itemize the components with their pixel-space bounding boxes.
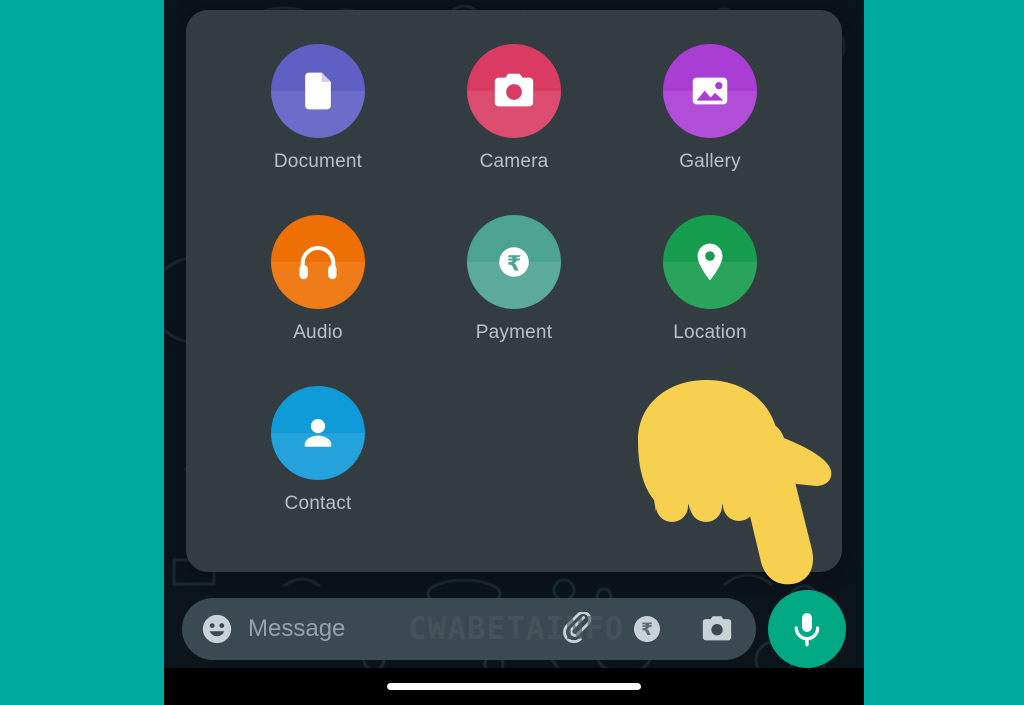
home-indicator[interactable] [387, 683, 641, 690]
attachment-option-gallery[interactable]: Gallery [612, 44, 808, 173]
phone-screen: Document Camera Gallery Audio ₹ Payment … [164, 0, 864, 705]
person-icon [304, 419, 332, 447]
camera-icon [494, 73, 534, 107]
headphones-icon-circle[interactable] [271, 215, 365, 309]
rupee-circle-icon[interactable]: ₹ [630, 612, 664, 646]
camera-icon[interactable] [700, 612, 734, 646]
contact-icon-circle[interactable] [271, 386, 365, 480]
attachment-label-audio: Audio [293, 322, 343, 343]
location-icon-circle[interactable] [663, 215, 757, 309]
location-pin-icon [697, 243, 723, 281]
attachment-grid: Document Camera Gallery Audio ₹ Payment … [186, 44, 842, 515]
smiley-icon[interactable] [200, 612, 234, 646]
attachment-label-camera: Camera [479, 151, 549, 172]
attachment-label-gallery: Gallery [679, 151, 741, 172]
payment-icon-circle[interactable]: ₹ [467, 215, 561, 309]
attachment-option-location[interactable]: Location [612, 215, 808, 344]
message-input-field[interactable]: CWABETAINFO Message ₹ [182, 598, 756, 660]
voice-record-button[interactable] [768, 590, 846, 668]
attachment-option-document[interactable]: Document [220, 44, 416, 173]
svg-text:₹: ₹ [507, 251, 522, 275]
attachment-option-camera[interactable]: Camera [416, 44, 612, 173]
headphones-icon [299, 246, 337, 280]
attachment-panel: Document Camera Gallery Audio ₹ Payment … [186, 10, 842, 572]
android-nav-bar [164, 668, 864, 705]
gallery-icon-circle[interactable] [663, 44, 757, 138]
svg-text:₹: ₹ [641, 620, 653, 640]
document-icon-circle[interactable] [271, 44, 365, 138]
attachment-option-audio[interactable]: Audio [220, 215, 416, 344]
rupee-icon: ₹ [499, 247, 529, 277]
message-placeholder: Message [248, 615, 346, 642]
document-icon [305, 72, 331, 110]
attachment-label-contact: Contact [284, 493, 352, 514]
microphone-icon [794, 613, 820, 647]
attachment-label-payment: Payment [475, 322, 553, 343]
attachment-label-location: Location [673, 322, 747, 343]
message-input-row: CWABETAINFO Message ₹ [164, 590, 864, 668]
paperclip-icon[interactable] [560, 612, 594, 646]
attachment-option-payment[interactable]: ₹ Payment [416, 215, 612, 344]
attachment-label-document: Document [273, 151, 363, 172]
attachment-option-contact[interactable]: Contact [220, 386, 416, 515]
camera-icon-circle[interactable] [467, 44, 561, 138]
gallery-icon [692, 77, 728, 105]
